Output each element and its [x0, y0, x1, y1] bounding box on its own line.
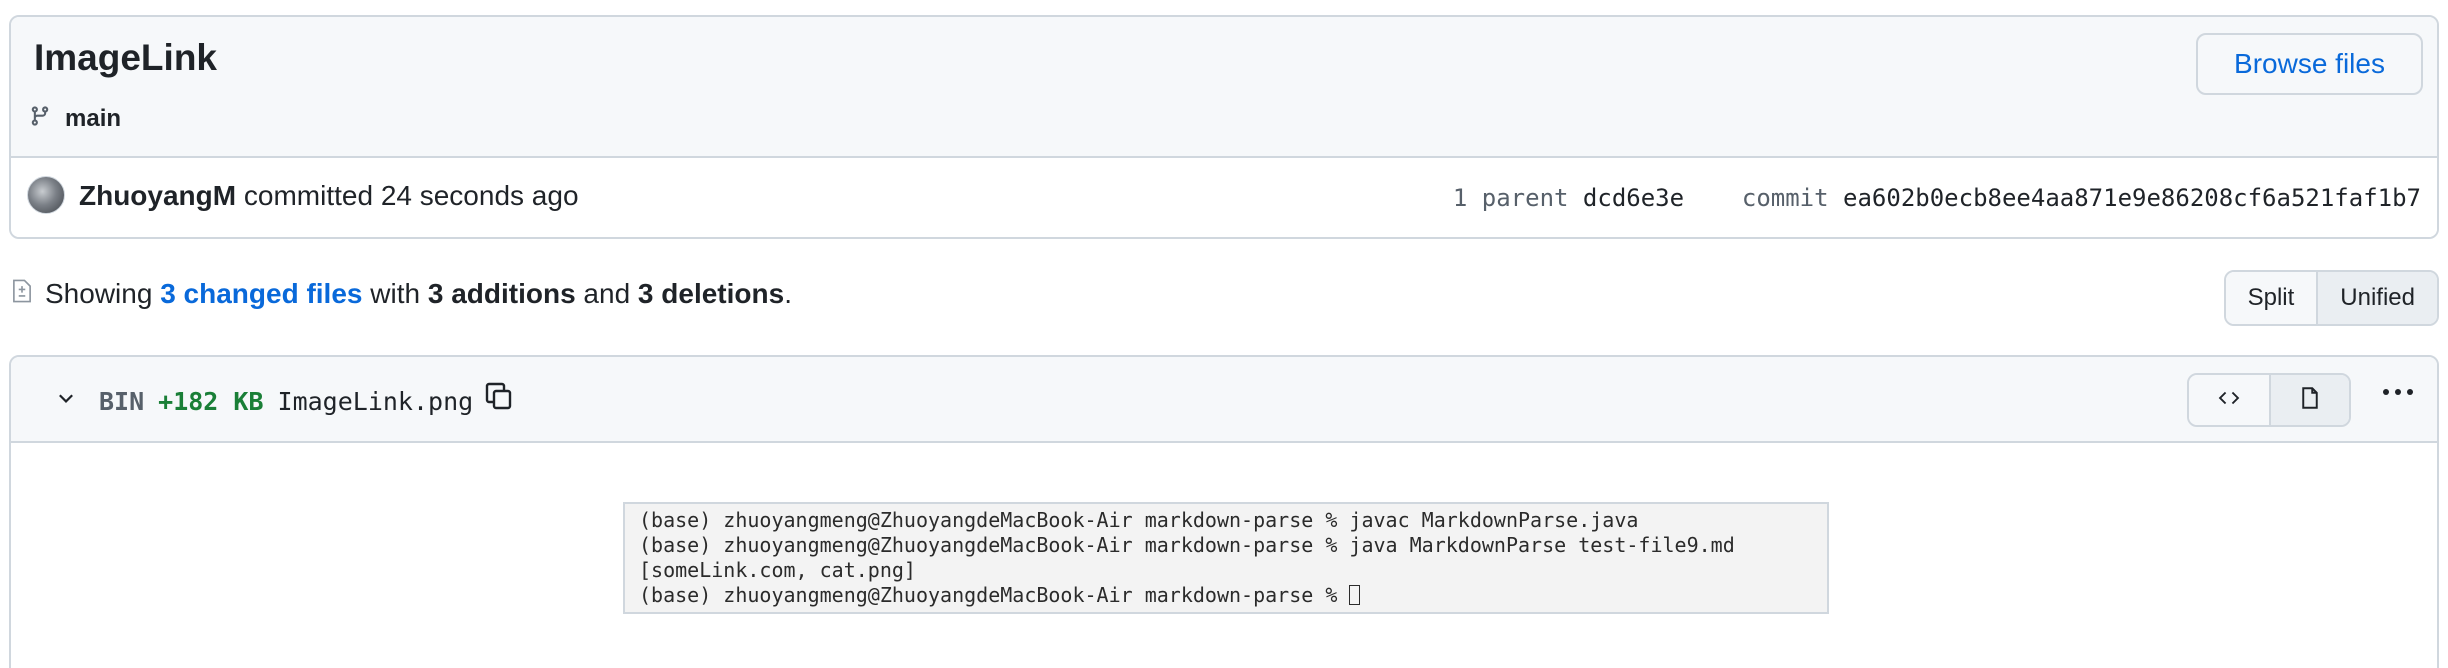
file-view-toggle [2187, 373, 2351, 427]
unified-view-button[interactable]: Unified [2316, 272, 2437, 324]
parent-label: 1 parent [1452, 184, 1569, 212]
changed-files-link[interactable]: 3 changed files [160, 278, 362, 309]
commit-sha: ea602b0ecb8ee4aa871e9e86208cf6a521faf1b7 [1843, 184, 2421, 212]
chevron-down-icon[interactable] [55, 387, 77, 414]
kebab-horizontal-icon[interactable] [2381, 384, 2415, 402]
diff-summary-text: Showing 3 changed files with 3 additions… [45, 278, 792, 310]
git-branch-icon [29, 103, 51, 134]
commit-header: ImageLink main Browse files ZhuoyangM co… [9, 15, 2439, 239]
commit-meta-row: ZhuoyangM committed 24 seconds ago 1 par… [11, 158, 2437, 237]
terminal-line: (base) zhuoyangmeng@ZhuoyangdeMacBook-Ai… [639, 533, 1735, 557]
file-type-badge: BIN [99, 387, 145, 416]
avatar[interactable] [27, 176, 65, 214]
file-size-change: +182 KB [158, 387, 264, 416]
summary-and: and [583, 277, 631, 309]
file-diff-header: BIN +182 KB ImageLink.png [11, 357, 2437, 443]
file-icon [2298, 384, 2322, 417]
terminal-cursor [1349, 585, 1361, 605]
file-diff: BIN +182 KB ImageLink.png (base) zhuoyan… [9, 355, 2439, 668]
copy-icon[interactable] [483, 379, 515, 418]
commit-author-line: ZhuoyangM committed 24 seconds ago [79, 180, 579, 212]
summary-with: with [370, 277, 421, 309]
branch-info: main [29, 103, 121, 134]
author-link[interactable]: ZhuoyangM [79, 180, 236, 211]
code-view-button[interactable] [2189, 375, 2269, 425]
image-preview: (base) zhuoyangmeng@ZhuoyangdeMacBook-Ai… [623, 502, 1829, 614]
commit-label: commit [1741, 184, 1829, 212]
commit-action: committed [243, 180, 374, 211]
commit-time: 24 seconds ago [380, 180, 579, 211]
deletions-count: 3 deletions [637, 277, 785, 309]
terminal-line: [someLink.com, cat.png] [639, 558, 916, 582]
code-icon [2215, 387, 2243, 414]
commit-sha-info: 1 parent dcd6e3e commit ea602b0ecb8ee4aa… [1453, 184, 2421, 212]
file-diff-icon [9, 275, 35, 312]
commit-header-top: ImageLink main Browse files [11, 17, 2437, 158]
rich-view-button[interactable] [2269, 375, 2349, 425]
file-diff-body: (base) zhuoyangmeng@ZhuoyangdeMacBook-Ai… [11, 443, 2437, 668]
summary-period: . [784, 277, 792, 309]
terminal-prompt-line: (base) zhuoyangmeng@ZhuoyangdeMacBook-Ai… [639, 583, 1813, 608]
summary-showing: Showing [45, 277, 153, 309]
terminal-prompt: (base) zhuoyangmeng@ZhuoyangdeMacBook-Ai… [639, 583, 1350, 607]
additions-count: 3 additions [427, 277, 576, 309]
diff-view-toggle: Split Unified [2223, 270, 2439, 326]
diff-summary: Showing 3 changed files with 3 additions… [9, 275, 792, 312]
browse-files-button[interactable]: Browse files [2196, 33, 2423, 95]
split-view-button[interactable]: Split [2225, 272, 2317, 324]
commit-title: ImageLink [34, 37, 217, 78]
parent-sha-link[interactable]: dcd6e3e [1583, 184, 1684, 212]
file-info: BIN +182 KB ImageLink.png [99, 387, 473, 416]
terminal-line: (base) zhuoyangmeng@ZhuoyangdeMacBook-Ai… [639, 508, 1639, 532]
branch-name[interactable]: main [65, 105, 121, 133]
file-name-link[interactable]: ImageLink.png [278, 387, 474, 416]
